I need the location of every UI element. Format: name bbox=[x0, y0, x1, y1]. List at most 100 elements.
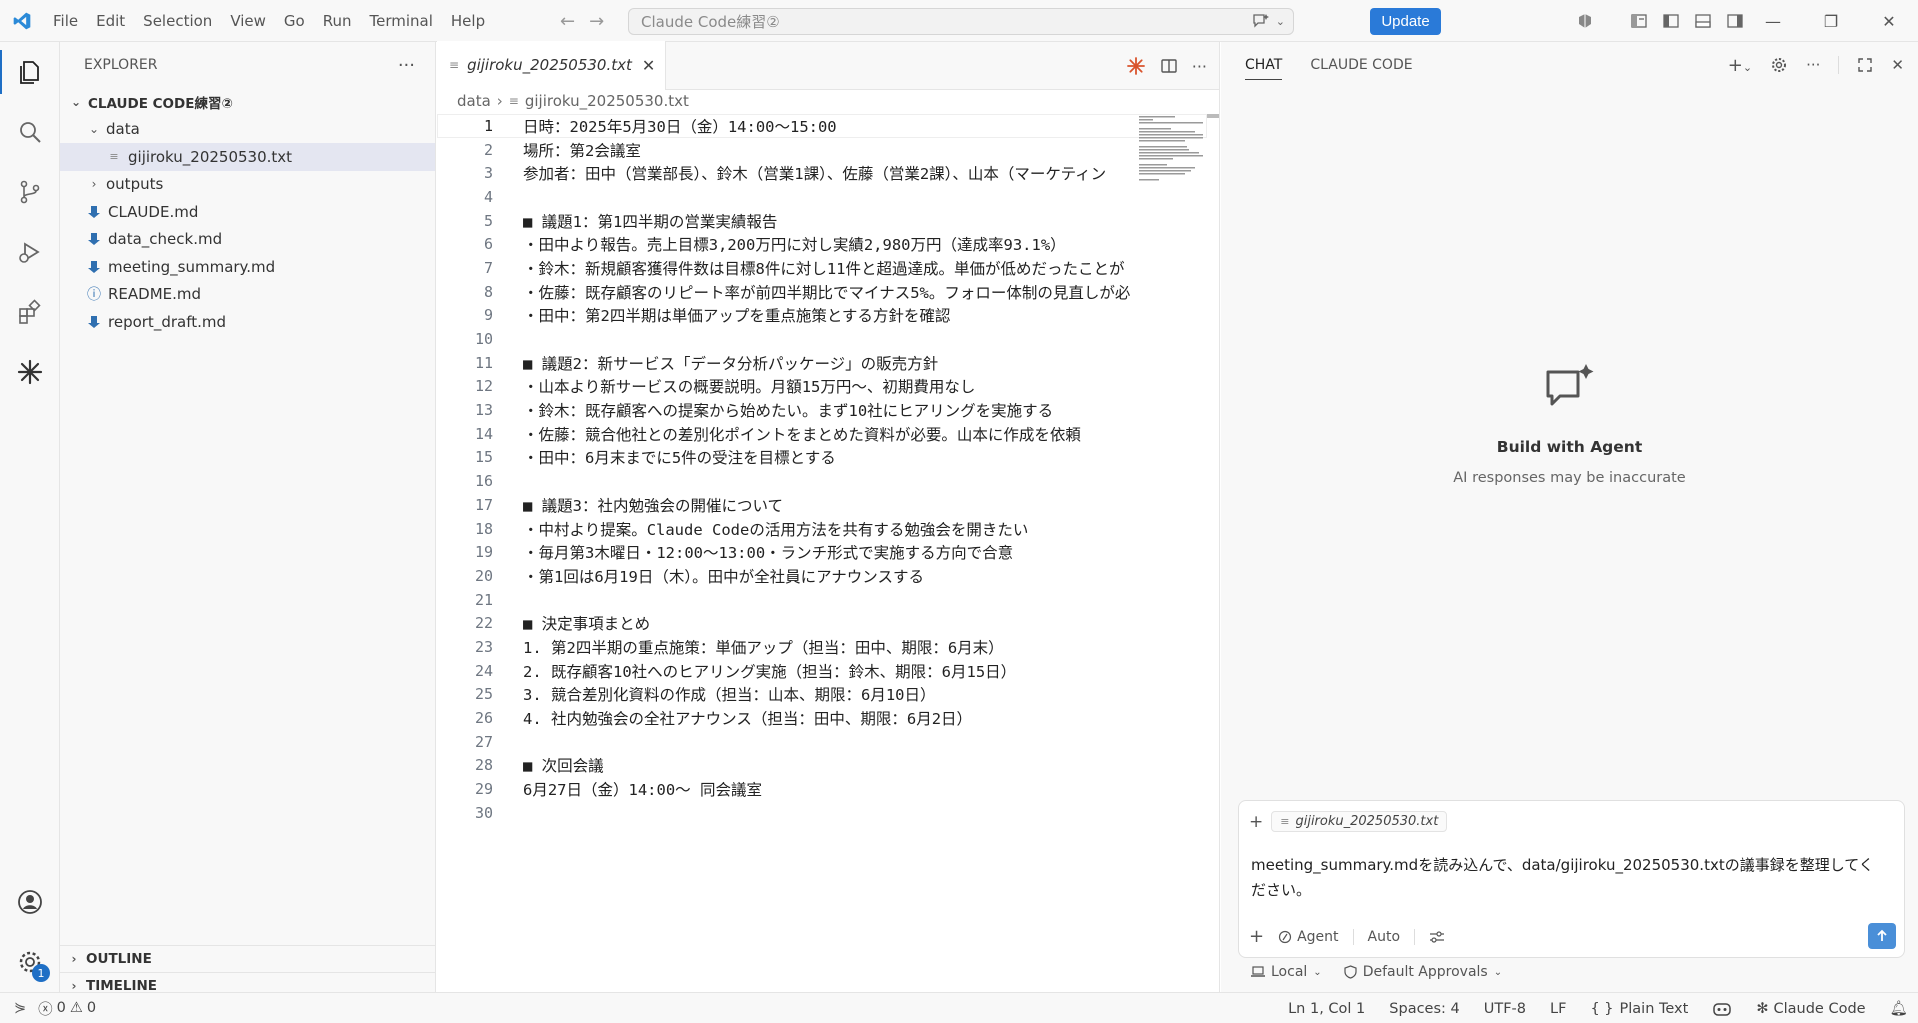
forward-arrow-icon[interactable]: → bbox=[589, 11, 604, 32]
add-icon[interactable]: + bbox=[1249, 926, 1264, 947]
maximize-icon[interactable] bbox=[1857, 57, 1873, 73]
bell-icon[interactable]: 🔔︎ bbox=[1890, 1000, 1908, 1017]
encoding[interactable]: UTF-8 bbox=[1484, 1001, 1526, 1017]
tree-item-gijiroku-20250530-txt[interactable]: ≡ gijiroku_20250530.txt bbox=[60, 143, 435, 171]
tree-item-outputs[interactable]: › outputs bbox=[60, 171, 435, 199]
tree-item-report-draft-md[interactable]: report_draft.md bbox=[60, 308, 435, 336]
run-debug-icon[interactable] bbox=[0, 222, 60, 282]
close-panel-icon[interactable]: ✕ bbox=[1891, 56, 1904, 74]
code-line[interactable]: 27 bbox=[437, 730, 1207, 754]
tools-icon[interactable] bbox=[1429, 930, 1445, 944]
gear-icon[interactable] bbox=[1770, 56, 1788, 74]
extensions-icon[interactable] bbox=[0, 282, 60, 342]
menu-edit[interactable]: Edit bbox=[87, 0, 134, 42]
chevron-down-icon[interactable]: ⌄ bbox=[1276, 15, 1285, 28]
mode-picker[interactable]: Agent bbox=[1278, 929, 1339, 945]
code-line[interactable]: 15 ・田中：6月末までに5件の受注を目標とする bbox=[437, 446, 1207, 470]
menu-selection[interactable]: Selection bbox=[134, 0, 221, 42]
approvals-picker[interactable]: Default Approvals ⌄ bbox=[1344, 964, 1502, 980]
code-line[interactable]: 25 3. 競合差別化資料の作成（担当：山本、期限：6月10日） bbox=[437, 683, 1207, 707]
toggle-primary-sidebar-icon[interactable] bbox=[1662, 12, 1680, 30]
code-line[interactable]: 10 bbox=[437, 327, 1207, 351]
location-picker[interactable]: Local ⌄ bbox=[1251, 964, 1322, 980]
code-line[interactable]: 28 ■ 次回会議 bbox=[437, 754, 1207, 778]
editor-scrollbar[interactable] bbox=[1207, 114, 1219, 118]
line-ending[interactable]: LF bbox=[1550, 1001, 1566, 1017]
code-line[interactable]: 6 ・田中より報告。売上目標3,200万円に対し実績2,980万円（達成率93.1… bbox=[437, 232, 1207, 256]
account-icon[interactable] bbox=[0, 872, 60, 932]
new-chat-icon[interactable]: +⌄ bbox=[1728, 55, 1752, 76]
tree-item-meeting-summary-md[interactable]: meeting_summary.md bbox=[60, 253, 435, 281]
back-arrow-icon[interactable]: ← bbox=[560, 11, 575, 32]
code-line[interactable]: 11 ■ 議題2：新サービス「データ分析パッケージ」の販売方針 bbox=[437, 351, 1207, 375]
split-editor-icon[interactable] bbox=[1160, 57, 1178, 75]
code-line[interactable]: 3 参加者：田中（営業部長）、鈴木（営業1課）、佐藤（営業2課）、山本（マーケティ… bbox=[437, 161, 1207, 185]
claude-code-icon[interactable] bbox=[0, 342, 60, 402]
close-window-icon[interactable]: ✕ bbox=[1860, 0, 1918, 42]
code-line[interactable]: 14 ・佐藤：競合他社との差別化ポイントをまとめた資料が必要。山本に作成を依頼 bbox=[437, 422, 1207, 446]
code-line[interactable]: 5 ■ 議題1：第1四半期の営業実績報告 bbox=[437, 209, 1207, 233]
code-line[interactable]: 30 bbox=[437, 801, 1207, 825]
explorer-icon[interactable] bbox=[0, 42, 60, 102]
code-line[interactable]: 21 bbox=[437, 588, 1207, 612]
add-context-icon[interactable]: + bbox=[1249, 812, 1263, 832]
workspace-root[interactable]: ⌄ CLAUDE CODE練習② bbox=[60, 88, 435, 116]
code-line[interactable]: 20 ・第1回は6月19日（木）。田中が全社員にアナウンスする bbox=[437, 564, 1207, 588]
code-line[interactable]: 22 ■ 決定事項まとめ bbox=[437, 611, 1207, 635]
editor-tab-gijiroku[interactable]: ≡ gijiroku_20250530.txt ✕ bbox=[437, 41, 667, 90]
more-actions-icon[interactable]: ··· bbox=[398, 55, 415, 76]
code-editor[interactable]: 1 日時：2025年5月30日（金）14:00〜15:00 2 場所：第2会議室 3 参加… bbox=[437, 114, 1207, 984]
restore-icon[interactable]: ❐ bbox=[1802, 0, 1860, 42]
claude-code-status[interactable]: ✻ Claude Code bbox=[1756, 1001, 1865, 1017]
code-line[interactable]: 23 1. 第2四半期の重点施策：単価アップ（担当：田中、期限：6月末） bbox=[437, 635, 1207, 659]
code-line[interactable]: 1 日時：2025年5月30日（金）14:00〜15:00 bbox=[437, 114, 1207, 138]
source-control-icon[interactable] bbox=[0, 162, 60, 222]
tab-chat[interactable]: CHAT bbox=[1245, 57, 1283, 80]
more-actions-icon[interactable]: ··· bbox=[1192, 57, 1207, 76]
claude-spark-icon[interactable] bbox=[1126, 56, 1146, 76]
code-line[interactable]: 7 ・鈴木：新規顧客獲得件数は目標8件に対し11件と超過達成。単価が低めだったこと… bbox=[437, 256, 1207, 280]
code-line[interactable]: 2 場所：第2会議室 bbox=[437, 138, 1207, 162]
menu-file[interactable]: File bbox=[44, 0, 87, 42]
code-line[interactable]: 8 ・佐藤：既存顧客のリピート率が前四半期比でマイナス5%。フォロー体制の見直しが… bbox=[437, 280, 1207, 304]
cursor-position[interactable]: Ln 1, Col 1 bbox=[1288, 1001, 1365, 1017]
command-center-search[interactable]: Claude Code練習② ⌄ bbox=[628, 8, 1294, 35]
code-line[interactable]: 9 ・田中：第2四半期は単価アップを重点施策とする方針を確認 bbox=[437, 304, 1207, 328]
chat-prompt-input[interactable]: meeting_summary.mdを読み込んで、data/gijiroku_2… bbox=[1251, 853, 1881, 903]
tab-claude-code[interactable]: CLAUDE CODE bbox=[1310, 57, 1412, 73]
code-line[interactable]: 19 ・毎月第3木曜日・12:00〜13:00・ランチ形式で実施する方向で合意 bbox=[437, 540, 1207, 564]
outline-section[interactable]: › OUTLINE bbox=[60, 945, 436, 972]
search-icon[interactable] bbox=[0, 102, 60, 162]
context-chip[interactable]: ≡ gijiroku_20250530.txt bbox=[1271, 811, 1448, 832]
code-line[interactable]: 4 bbox=[437, 185, 1207, 209]
send-button[interactable] bbox=[1868, 923, 1896, 949]
problems-indicator[interactable]: ⓧ 0 ⚠ 0 bbox=[38, 998, 96, 1019]
close-tab-icon[interactable]: ✕ bbox=[642, 56, 655, 75]
tree-item-readme-md[interactable]: ⓘ README.md bbox=[60, 281, 435, 309]
chat-input-box[interactable]: + ≡ gijiroku_20250530.txt meeting_summar… bbox=[1238, 800, 1905, 958]
copilot-shield-icon[interactable] bbox=[1576, 12, 1594, 30]
update-button[interactable]: Update bbox=[1370, 8, 1441, 35]
more-actions-icon[interactable]: ··· bbox=[1806, 56, 1820, 74]
tree-item-claude-md[interactable]: CLAUDE.md bbox=[60, 198, 435, 226]
code-line[interactable]: 29 6月27日（金）14:00〜 同会議室 bbox=[437, 777, 1207, 801]
menu-help[interactable]: Help bbox=[442, 0, 494, 42]
minimap[interactable] bbox=[1137, 114, 1207, 184]
toggle-secondary-sidebar-icon[interactable] bbox=[1726, 12, 1744, 30]
code-line[interactable]: 26 4. 社内勉強会の全社アナウンス（担当：田中、期限：6月2日） bbox=[437, 706, 1207, 730]
indentation[interactable]: Spaces: 4 bbox=[1389, 1001, 1459, 1017]
chat-sparkle-icon[interactable] bbox=[1252, 13, 1270, 29]
breadcrumb-file[interactable]: gijiroku_20250530.txt bbox=[525, 92, 689, 110]
copilot-icon[interactable] bbox=[1712, 1001, 1732, 1017]
code-line[interactable]: 12 ・山本より新サービスの概要説明。月額15万円〜、初期費用なし bbox=[437, 375, 1207, 399]
menu-terminal[interactable]: Terminal bbox=[361, 0, 442, 42]
code-line[interactable]: 24 2. 既存顧客10社へのヒアリング実施（担当：鈴木、期限：6月15日） bbox=[437, 659, 1207, 683]
code-line[interactable]: 18 ・中村より提案。Claude Codeの活用方法を共有する勉強会を開きたい bbox=[437, 517, 1207, 541]
code-line[interactable]: 16 bbox=[437, 469, 1207, 493]
minimize-icon[interactable]: — bbox=[1744, 0, 1802, 42]
menu-go[interactable]: Go bbox=[275, 0, 314, 42]
menu-run[interactable]: Run bbox=[314, 0, 361, 42]
settings-gear-icon[interactable]: 1 bbox=[0, 932, 60, 992]
breadcrumb-folder[interactable]: data bbox=[457, 92, 491, 110]
tree-item-data[interactable]: ⌄ data bbox=[60, 116, 435, 144]
